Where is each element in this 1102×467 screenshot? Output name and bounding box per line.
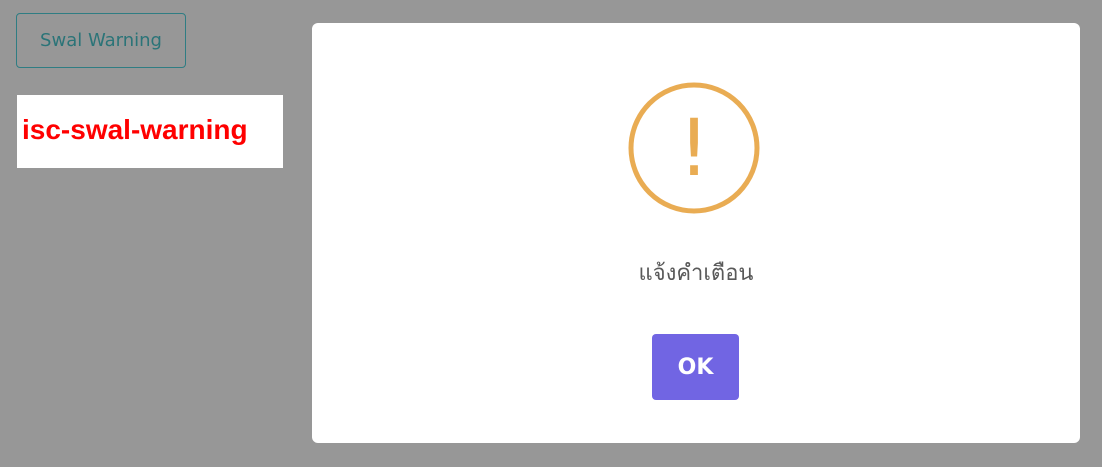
ok-button[interactable]: OK	[652, 334, 739, 400]
class-name-label: isc-swal-warning	[22, 113, 248, 145]
warning-dialog: ! แจ้งคำเตือน OK	[312, 23, 1080, 443]
dialog-title: แจ้งคำเตือน	[638, 261, 754, 286]
class-name-label-box: isc-swal-warning	[17, 95, 283, 168]
warning-icon: !	[628, 82, 760, 214]
warning-glyph: !	[678, 104, 709, 194]
swal-warning-button[interactable]: Swal Warning	[16, 13, 186, 68]
